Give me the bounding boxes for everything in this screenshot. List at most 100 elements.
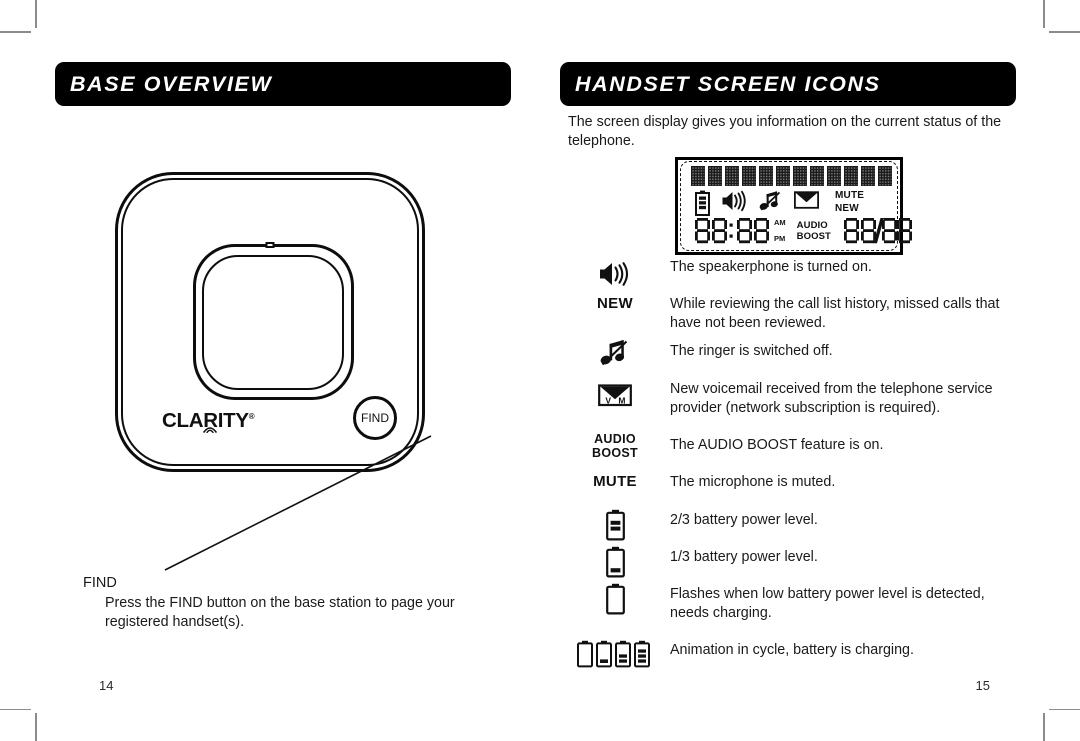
legend-icon-cell — [560, 546, 670, 578]
clarity-antenna-arc-icon — [203, 427, 217, 433]
handset-screen-icons-title: HANDSET SCREEN ICONS — [575, 71, 881, 96]
dot-matrix-cell — [725, 166, 739, 186]
right-page: HANDSET SCREEN ICONS The screen display … — [560, 0, 1030, 741]
legend-row: Flashes when low battery power level is … — [560, 583, 1030, 641]
battery-two-thirds-icon — [605, 509, 625, 541]
legend-description: Flashes when low battery power level is … — [670, 586, 985, 621]
icon-legend-list: The speakerphone is turned on. NEW While… — [560, 258, 1030, 679]
lcd-date-digits — [843, 218, 912, 244]
legend-row: Animation in cycle, battery is charging. — [560, 640, 1030, 679]
battery-icon — [695, 190, 710, 216]
battery-empty-icon — [605, 583, 625, 615]
lcd-screen-diagram: MUTE NEW AM PM AUDIO BOOST — [675, 157, 912, 255]
legend-description: The speakerphone is turned on. — [670, 259, 872, 275]
crop-mark-bottom-right-vertical — [1043, 713, 1045, 741]
legend-icon-cell — [560, 258, 670, 287]
new-text-icon: NEW — [597, 295, 633, 312]
crop-mark-top-right-vertical — [1043, 0, 1045, 28]
dot-matrix-cell — [827, 166, 841, 186]
voicemail-icon — [794, 191, 819, 209]
legend-row: NEW While reviewing the call list histor… — [560, 295, 1030, 342]
legend-description: 1/3 battery power level. — [670, 549, 818, 565]
dot-matrix-cell — [742, 166, 756, 186]
legend-row: 1/3 battery power level. — [560, 546, 1030, 585]
legend-icon-cell: V M — [560, 380, 670, 408]
voicemail-icon: V M — [598, 384, 632, 407]
ringer-off-icon — [759, 191, 781, 211]
base-station-illustration: CLARITY® FIND — [115, 172, 425, 472]
dot-matrix-cell — [776, 166, 790, 186]
lcd-audio-label: AUDIO — [796, 220, 828, 231]
lcd-new-label: NEW — [835, 203, 859, 214]
legend-description: Animation in cycle, battery is charging. — [670, 642, 914, 658]
mute-text-icon: MUTE — [593, 473, 637, 490]
page-number-left: 14 — [99, 678, 114, 693]
svg-text:V: V — [605, 395, 611, 405]
seven-segment-date-icon — [843, 218, 912, 244]
audio-boost-line-2: BOOST — [592, 446, 638, 460]
base-overview-title: BASE OVERVIEW — [70, 71, 273, 96]
find-button-label: FIND — [361, 411, 389, 425]
legend-row: V M New voicemail received from the tele… — [560, 380, 1030, 436]
legend-row: MUTE The microphone is muted. — [560, 473, 1030, 511]
clarity-brand-logo: CLARITY® — [162, 409, 255, 433]
handset-screen-icons-header: HANDSET SCREEN ICONS — [560, 62, 1016, 106]
legend-description: The AUDIO BOOST feature is on. — [670, 437, 884, 453]
find-button[interactable]: FIND — [353, 396, 397, 440]
legend-description: While reviewing the call list history, m… — [670, 296, 1000, 331]
lcd-audio-boost-stack: AUDIO BOOST — [797, 220, 831, 242]
dot-matrix-cell — [708, 166, 722, 186]
lcd-pm-label: PM — [774, 234, 786, 243]
svg-text:M: M — [618, 395, 625, 405]
lcd-am-label: AM — [774, 218, 786, 227]
cradle-notch — [265, 241, 275, 248]
lcd-mute-label: MUTE — [835, 190, 865, 201]
legend-row: 2/3 battery power level. — [560, 509, 1030, 548]
speaker-icon — [722, 190, 746, 212]
dot-matrix-cell — [691, 166, 705, 186]
crop-mark-top-left-horizontal — [0, 31, 31, 33]
legend-icon-cell — [560, 583, 670, 615]
audio-boost-text-icon: AUDIO BOOST — [592, 432, 638, 460]
lcd-boost-label: BOOST — [796, 231, 831, 242]
seven-segment-time-icon — [695, 218, 769, 244]
legend-icon-cell: NEW — [560, 295, 670, 311]
legend-description: The microphone is muted. — [670, 474, 836, 490]
speaker-icon — [600, 262, 629, 286]
lcd-indicator-icon-row: MUTE NEW — [695, 190, 885, 220]
find-callout-description: Press the FIND button on the base statio… — [105, 595, 455, 630]
legend-description: The ringer is switched off. — [670, 343, 833, 359]
crop-mark-top-left-vertical — [35, 0, 37, 28]
clarity-registered-mark: ® — [248, 412, 255, 422]
base-overview-header: BASE OVERVIEW — [55, 62, 511, 106]
legend-row: The speakerphone is turned on. — [560, 258, 1030, 295]
legend-row: The ringer is switched off. — [560, 340, 1030, 380]
legend-icon-cell — [560, 340, 670, 370]
legend-icon-cell — [560, 640, 670, 668]
left-page: BASE OVERVIEW CLARITY® FIND FIND Press t… — [55, 0, 525, 741]
lcd-text-indicator-stack: MUTE NEW — [835, 190, 864, 214]
battery-charging-animation-icon — [577, 640, 650, 668]
legend-icon-cell: MUTE — [560, 473, 670, 489]
dot-matrix-cell — [759, 166, 773, 186]
dot-matrix-cell — [878, 166, 892, 186]
lcd-time-digits: AM PM — [695, 218, 786, 244]
lcd-segment-row: AM PM AUDIO BOOST — [695, 218, 912, 244]
battery-one-third-icon — [605, 546, 625, 578]
legend-description: 2/3 battery power level. — [670, 512, 818, 528]
crop-mark-bottom-left-horizontal — [0, 708, 31, 710]
page-number-right: 15 — [975, 678, 990, 693]
dot-matrix-cell — [810, 166, 824, 186]
handset-cradle-outline-inner — [201, 254, 345, 390]
dot-matrix-cell — [844, 166, 858, 186]
intro-paragraph: The screen display gives you information… — [568, 114, 1002, 149]
crop-mark-bottom-left-vertical — [35, 713, 37, 741]
legend-description: New voicemail received from the telephon… — [670, 381, 993, 416]
find-callout-title: FIND — [83, 575, 117, 591]
find-callout-caption: FIND Press the FIND button on the base s… — [83, 575, 513, 632]
crop-mark-bottom-right-horizontal — [1049, 708, 1080, 710]
dot-matrix-cell — [793, 166, 807, 186]
lcd-ampm-stack: AM PM — [774, 219, 786, 243]
ringer-off-icon — [600, 340, 628, 366]
audio-boost-line-1: AUDIO — [594, 432, 636, 446]
